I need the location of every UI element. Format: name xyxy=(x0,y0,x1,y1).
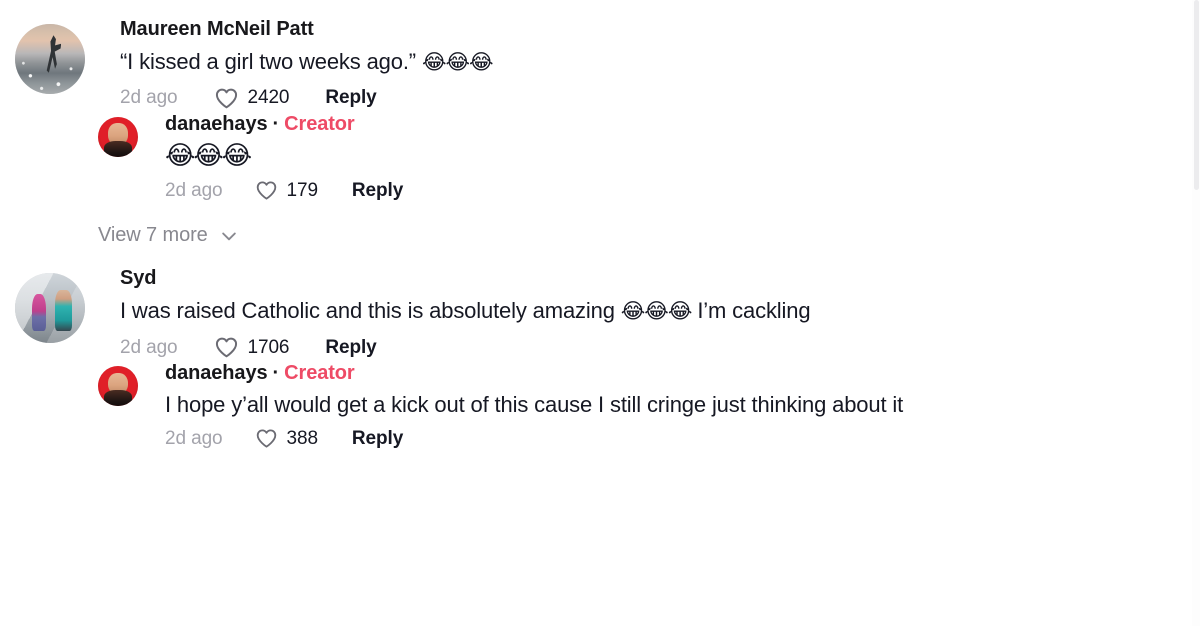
like-count: 179 xyxy=(286,179,319,201)
author-line: Maureen McNeil Patt xyxy=(120,18,1200,41)
author-line: Syd xyxy=(120,267,1200,290)
comment-author[interactable]: Maureen McNeil Patt xyxy=(120,18,314,41)
author-line: danaehays · Creator xyxy=(165,113,1200,136)
timestamp: 2d ago xyxy=(165,179,223,201)
comment-text-content: “I kissed a girl two weeks ago.” xyxy=(120,49,422,74)
reply-meta-row: 2d ago 179 Reply xyxy=(165,179,1200,202)
reply-body: danaehays · Creator 😂😂😂 2d ago 179 Reply xyxy=(138,113,1200,203)
like-button[interactable]: 1706 xyxy=(214,335,290,360)
like-count: 2420 xyxy=(247,87,290,109)
comment-meta-row: 2d ago 1706 Reply xyxy=(120,335,1200,360)
comment-text: I was raised Catholic and this is absolu… xyxy=(120,295,1200,327)
like-count: 1706 xyxy=(247,336,290,358)
dancer-on-beach-photo xyxy=(15,24,85,94)
reply-button[interactable]: Reply xyxy=(325,87,376,109)
creator-portrait-red-photo xyxy=(98,116,138,157)
heart-outline-icon[interactable] xyxy=(214,335,239,360)
view-more-replies-button[interactable]: View 7 more xyxy=(0,224,1200,247)
reply-button[interactable]: Reply xyxy=(352,428,403,450)
comment-meta-row: 2d ago 2420 Reply xyxy=(120,86,1200,111)
comment-thread-1: Maureen McNeil Patt “I kissed a girl two… xyxy=(0,18,1200,111)
view-more-label: View 7 more xyxy=(98,224,208,247)
avatar[interactable] xyxy=(98,366,138,407)
reply-body: danaehays · Creator I hope y’all would g… xyxy=(138,362,1200,450)
avatar[interactable] xyxy=(15,24,85,94)
comment-text-after: I’m cackling xyxy=(691,298,811,324)
comment-thread-2: Syd I was raised Catholic and this is ab… xyxy=(0,267,1200,360)
heart-outline-icon[interactable] xyxy=(255,427,278,450)
reply-author[interactable]: danaehays xyxy=(165,113,268,136)
comment-body: Syd I was raised Catholic and this is ab… xyxy=(85,267,1200,360)
separator-dot: · xyxy=(272,112,280,135)
like-button[interactable]: 179 xyxy=(255,179,318,202)
scrollbar-thumb[interactable] xyxy=(1194,0,1199,190)
comment-text-before: I was raised Catholic and this is absolu… xyxy=(120,298,621,324)
avatar[interactable] xyxy=(98,116,138,157)
reply-2-1: danaehays · Creator I hope y’all would g… xyxy=(0,362,1200,450)
comment-text: “I kissed a girl two weeks ago.” 😂😂😂 xyxy=(120,46,1200,78)
timestamp: 2d ago xyxy=(120,87,178,109)
reply-text: 😂😂😂 xyxy=(165,140,1200,173)
like-button[interactable]: 388 xyxy=(255,427,318,450)
heart-outline-icon[interactable] xyxy=(255,179,278,202)
reply-button[interactable]: Reply xyxy=(352,180,403,202)
reply-text: I hope y’all would get a kick out of thi… xyxy=(165,392,904,418)
comment-feed: Maureen McNeil Patt “I kissed a girl two… xyxy=(0,0,1200,626)
avatar[interactable] xyxy=(15,273,85,344)
heart-outline-icon[interactable] xyxy=(214,86,239,111)
reply-meta-row: 2d ago 388 Reply xyxy=(165,427,1200,450)
separator-dot: · xyxy=(272,362,280,385)
author-line: danaehays · Creator xyxy=(165,362,1200,385)
chevron-down-icon[interactable] xyxy=(219,226,239,246)
like-count: 388 xyxy=(286,427,319,449)
laughing-emoji: 😂😂😂 xyxy=(165,140,252,171)
comment-body: Maureen McNeil Patt “I kissed a girl two… xyxy=(85,18,1200,111)
like-button[interactable]: 2420 xyxy=(214,86,290,111)
timestamp: 2d ago xyxy=(120,336,178,358)
creator-portrait-red-photo xyxy=(98,366,138,407)
laughing-emoji: 😂😂😂 xyxy=(620,299,693,324)
timestamp: 2d ago xyxy=(165,427,223,449)
creator-badge: Creator xyxy=(284,112,355,135)
comment-author[interactable]: Syd xyxy=(120,267,156,290)
reply-button[interactable]: Reply xyxy=(325,337,376,359)
reply-author[interactable]: danaehays xyxy=(165,362,268,385)
creator-badge: Creator xyxy=(284,362,355,385)
laughing-emoji: 😂😂😂 xyxy=(421,50,494,74)
gym-friends-photo xyxy=(15,273,85,344)
scrollbar-track[interactable] xyxy=(1192,0,1200,626)
reply-1-1: danaehays · Creator 😂😂😂 2d ago 179 Reply xyxy=(0,113,1200,203)
